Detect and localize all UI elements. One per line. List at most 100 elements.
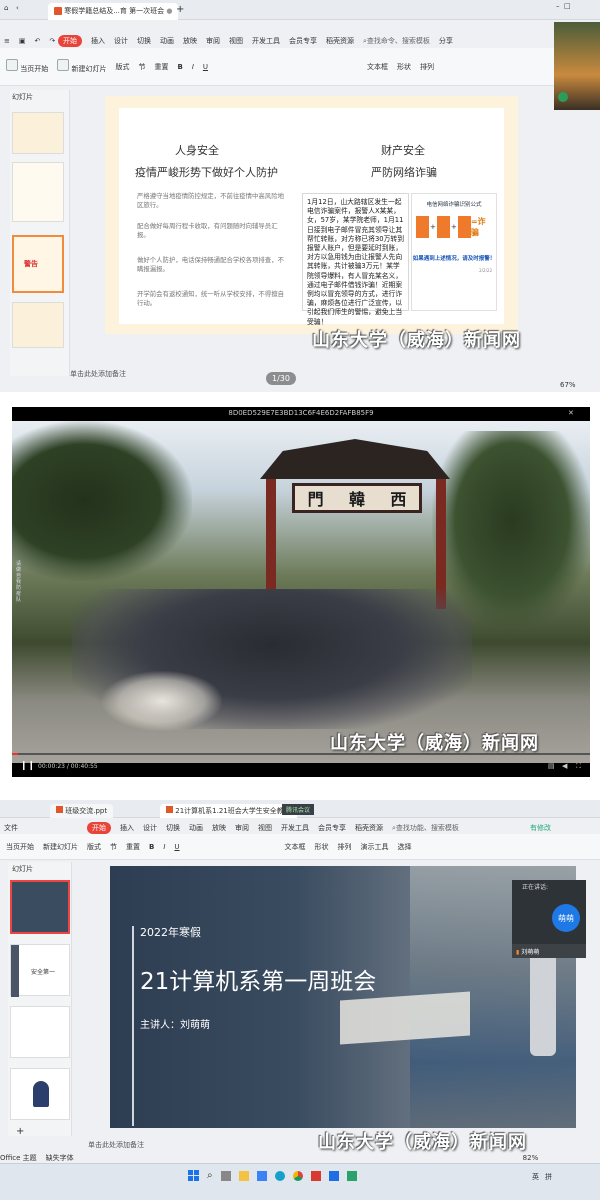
wps-icon[interactable] (310, 1170, 321, 1181)
slide-thumb-3[interactable]: 警告 (12, 235, 64, 293)
ribbon-section-2[interactable]: 节 (110, 842, 117, 852)
menu-file-2[interactable]: 文件 (4, 823, 18, 833)
close-icon[interactable]: ✕ (568, 409, 574, 417)
ribbon-shape-2[interactable]: 形状 (315, 842, 329, 852)
ime-mode[interactable]: 拼 (545, 1172, 552, 1182)
ribbon-start[interactable]: 当页开始 (6, 59, 48, 74)
menu-slideshow[interactable]: 放映 (183, 36, 197, 46)
ribbon-select-2[interactable]: 选择 (398, 842, 412, 852)
notes-placeholder-2[interactable]: 单击此处添加备注 (88, 1140, 144, 1150)
underline-icon[interactable]: U (174, 843, 179, 851)
doc-tab[interactable]: 寒假学籍总结及...育 第一次班会 ● (48, 3, 179, 20)
ribbon-section[interactable]: 节 (138, 62, 145, 72)
plus-icon[interactable]: + (176, 4, 184, 15)
menu-devtools-2[interactable]: 开发工具 (281, 823, 309, 833)
mic-icon[interactable] (558, 92, 568, 102)
maximize-icon[interactable]: □ (564, 2, 571, 10)
menu-transition-2[interactable]: 切换 (166, 823, 180, 833)
app-icon[interactable] (346, 1170, 357, 1181)
menu-devtools[interactable]: 开发工具 (252, 36, 280, 46)
menu-insert-2[interactable]: 插入 (120, 823, 134, 833)
menu-review-2[interactable]: 审阅 (235, 823, 249, 833)
slide-canvas[interactable]: 人身安全 疫情严峻形势下做好个人防护 严格遵守当地疫情防控规定，不前往疫情中高风… (105, 96, 518, 334)
video-player[interactable]: 8D0ED529E7E3BD13C6F4E6D2FAFB85F9 ✕ 門 韓 西… (12, 407, 590, 777)
menu-home[interactable]: 开始 (58, 35, 82, 47)
minimize-icon[interactable]: – (556, 2, 560, 10)
slide-thumb-4[interactable] (12, 302, 64, 348)
volume-icon[interactable]: ◀ (562, 762, 567, 770)
menu-resources-2[interactable]: 稻壳资源 (355, 823, 383, 833)
ribbon-new-slide-2[interactable]: 新建幻灯片 (43, 842, 78, 852)
store-icon[interactable] (256, 1170, 267, 1181)
ribbon-layout-2[interactable]: 版式 (87, 842, 101, 852)
doc-tab-2[interactable]: 21计算机系1.21班会大学生安全教育 (160, 804, 297, 818)
missing-fonts-link[interactable]: 缺失字体 (46, 1153, 74, 1163)
meeting-float-label[interactable]: 腾讯会议 (282, 804, 315, 815)
ribbon-reset-2[interactable]: 重置 (126, 842, 140, 852)
progress-bar[interactable] (12, 753, 590, 755)
fullscreen-icon[interactable]: ⛶ (576, 762, 581, 771)
slide-thumb-1[interactable] (12, 112, 64, 154)
menu-resources[interactable]: 稻壳资源 (326, 36, 354, 46)
ime-lang[interactable]: 英 (532, 1172, 539, 1182)
add-slide-icon[interactable]: + (16, 1126, 24, 1137)
slide-thumb-2[interactable]: 安全第一 (10, 944, 70, 997)
slide-canvas-2[interactable]: 2022年寒假 21计算机系第一周班会 主讲人：刘萌萌 (110, 866, 576, 1128)
meeting-icon[interactable] (328, 1170, 339, 1181)
ribbon-textbox-2[interactable]: 文本框 (285, 842, 306, 852)
menu-review[interactable]: 审阅 (206, 36, 220, 46)
ribbon-reset[interactable]: 重置 (154, 62, 168, 72)
police-icon (33, 1081, 49, 1107)
menu-transition[interactable]: 切换 (137, 36, 151, 46)
ribbon-textbox[interactable]: 文本框 (367, 62, 388, 72)
underline-icon[interactable]: U (203, 63, 208, 71)
subtitle-icon[interactable]: ▤ (548, 762, 555, 770)
notes-placeholder[interactable]: 单击此处添加备注 (70, 369, 126, 379)
back-icon[interactable]: ‹ (16, 4, 19, 12)
ribbon-arrange-2[interactable]: 排列 (338, 842, 352, 852)
zoom-level-2[interactable]: 82% (523, 1154, 539, 1162)
edit-status[interactable]: 有修改 (530, 823, 551, 833)
menu-home-2[interactable]: 开始 (87, 822, 111, 834)
ribbon-shape[interactable]: 形状 (397, 62, 411, 72)
menu-member[interactable]: 会员专享 (289, 36, 317, 46)
slide-thumb-1[interactable] (10, 880, 70, 934)
italic-icon[interactable]: I (163, 843, 165, 851)
slide-thumb-2[interactable] (12, 162, 64, 222)
ribbon-start-2[interactable]: 当页开始 (6, 842, 34, 852)
menu-design-2[interactable]: 设计 (143, 823, 157, 833)
share-button[interactable]: 分享 (439, 36, 453, 46)
menu-animation-2[interactable]: 动画 (189, 823, 203, 833)
menu-design[interactable]: 设计 (114, 36, 128, 46)
doc-tab-1[interactable]: 班级交流.ppt (50, 804, 114, 818)
ribbon-layout[interactable]: 版式 (115, 62, 129, 72)
taskview-icon[interactable] (220, 1170, 231, 1181)
pause-icon[interactable]: ❙❙ (20, 761, 35, 771)
edge-icon[interactable] (274, 1170, 285, 1181)
ribbon-new-slide[interactable]: 新建幻灯片 (57, 59, 106, 74)
menu-slideshow-2[interactable]: 放映 (212, 823, 226, 833)
window-controls[interactable]: – □ (556, 2, 596, 20)
menu-animation[interactable]: 动画 (160, 36, 174, 46)
menu-view[interactable]: 视图 (229, 36, 243, 46)
speaker-avatar[interactable]: 萌萌 (552, 904, 580, 932)
slide-thumb-4[interactable] (10, 1068, 70, 1120)
search-icon[interactable]: ⌕ (207, 1170, 213, 1181)
zoom-level[interactable]: 67% (560, 381, 576, 389)
chrome-icon[interactable] (292, 1170, 303, 1181)
ribbon-tools-2[interactable]: 演示工具 (361, 842, 389, 852)
bold-icon[interactable]: B (177, 63, 182, 71)
menu-view-2[interactable]: 视图 (258, 823, 272, 833)
slide-thumb-3[interactable] (10, 1006, 70, 1058)
italic-icon[interactable]: I (192, 63, 194, 71)
search-field-2[interactable]: ⌕查找功能、搜索模板 (392, 823, 459, 833)
search-field[interactable]: ⌕查找命令、搜索模板 (363, 36, 430, 46)
windows-icon[interactable] (188, 1170, 199, 1181)
bold-icon[interactable]: B (149, 843, 154, 851)
home-icon[interactable]: ⌂ (4, 4, 8, 12)
menu-insert[interactable]: 插入 (91, 36, 105, 46)
close-tab-icon[interactable]: ● (166, 7, 172, 15)
menu-member-2[interactable]: 会员专享 (318, 823, 346, 833)
ribbon-arrange[interactable]: 排列 (420, 62, 434, 72)
files-icon[interactable] (238, 1170, 249, 1181)
